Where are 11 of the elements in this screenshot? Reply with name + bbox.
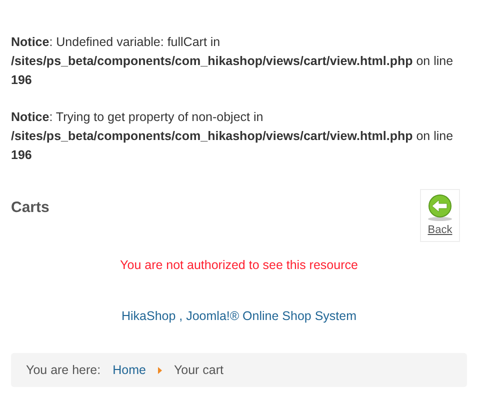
page-heading: Carts [11, 198, 50, 218]
breadcrumb-label: You are here: [26, 362, 101, 379]
breadcrumb-link[interactable]: Home [112, 360, 146, 380]
back-button[interactable]: Back [420, 189, 460, 242]
notice-text: Notice: Trying to get property of non-object in /sites/ps_beta/components/com_hikashop/views/cart/view.html.php on line 196 [11, 109, 454, 164]
notice-text: Notice: Undefined variable: fullCart in /sites/ps_beta/components/com_hikashop/views/cart/view.html.php on line 196 [11, 34, 454, 89]
breadcrumb-arrow-icon [158, 366, 162, 374]
footer-link[interactable]: HikaShop , Joomla!® Online Shop System [121, 309, 357, 324]
breadcrumb-current: Your cart [174, 362, 224, 379]
error-message: You are not authorized to see this resource [119, 256, 359, 274]
back-arrow-icon [426, 194, 454, 222]
